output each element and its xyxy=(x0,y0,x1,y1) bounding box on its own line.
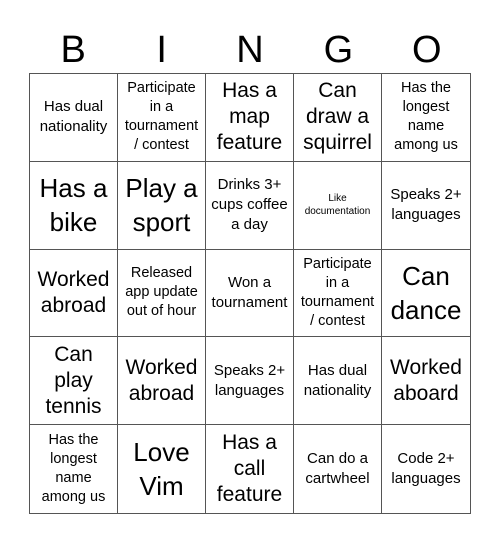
header-letter-n: N xyxy=(236,29,264,71)
bingo-cell-text: Play a sport xyxy=(125,173,198,238)
bingo-cell-text: Worked aboard xyxy=(390,355,462,405)
bingo-cell-text: Worked abroad xyxy=(37,267,110,317)
bingo-cell[interactable]: Speaks 2+ languages xyxy=(382,162,470,250)
header-letter-i: I xyxy=(156,29,167,71)
bingo-cell-text: Has dual nationality xyxy=(39,98,108,136)
bingo-cell[interactable]: Can draw a squirrel xyxy=(294,74,382,162)
bingo-cell[interactable]: Has dual nationality xyxy=(294,337,382,426)
header-letter-g: G xyxy=(323,29,354,71)
bingo-cell-text: Code 2+ languages xyxy=(391,450,461,488)
header-letter-o: O xyxy=(412,29,442,71)
header-letter-b: B xyxy=(60,29,86,71)
bingo-cell-text: Can do a cartwheel xyxy=(305,450,370,488)
bingo-cell-text: Like documentation xyxy=(304,193,371,218)
bingo-cell[interactable]: Has the longest name among us xyxy=(30,425,118,513)
bingo-cell-text: Love Vim xyxy=(133,437,190,502)
bingo-cell-text: Released app update out of hour xyxy=(125,265,198,320)
bingo-cell[interactable]: Can dance xyxy=(382,250,470,338)
bingo-cell-text: Won a tournament xyxy=(211,273,288,311)
bingo-cell-text: Has dual nationality xyxy=(303,361,372,399)
bingo-cell[interactable]: Play a sport xyxy=(118,161,206,250)
bingo-cell-text: Can play tennis xyxy=(45,342,102,418)
bingo-cell-text: Drinks 3+ cups coffee a day xyxy=(211,176,288,234)
bingo-cell[interactable]: Can play tennis xyxy=(30,337,118,426)
bingo-cell[interactable]: Like documentation xyxy=(294,161,382,250)
bingo-cell-text: Has a call feature xyxy=(216,431,283,507)
bingo-cell[interactable]: Participate in a tournament / contest xyxy=(294,249,382,338)
bingo-cell-text: Has the longest name among us xyxy=(394,80,458,154)
bingo-cell[interactable]: Worked abroad xyxy=(118,337,206,426)
bingo-cell[interactable]: Released app update out of hour xyxy=(118,249,206,338)
bingo-cell[interactable]: Has the longest name among us xyxy=(382,74,470,162)
bingo-cell[interactable]: Has a bike xyxy=(30,161,118,250)
bingo-cell-text: Has the longest name among us xyxy=(41,432,106,506)
bingo-cell[interactable]: Speaks 2+ languages xyxy=(206,337,294,426)
bingo-cell-text: Can draw a squirrel xyxy=(303,79,372,155)
bingo-cell[interactable]: Worked abroad xyxy=(30,249,118,338)
bingo-cell-text: Speaks 2+ languages xyxy=(213,361,286,399)
bingo-cell[interactable]: Has dual nationality xyxy=(30,74,118,162)
bingo-cell-text: Can dance xyxy=(390,260,462,325)
bingo-cell-text: Participate in a tournament / contest xyxy=(300,255,375,329)
bingo-cell-text: Participate in a tournament / contest xyxy=(124,80,199,154)
bingo-cell[interactable]: Code 2+ languages xyxy=(382,425,470,513)
bingo-cell[interactable]: Has a map feature xyxy=(206,74,294,162)
bingo-cell-text: Speaks 2+ languages xyxy=(390,186,462,224)
bingo-header: B I N G O xyxy=(29,28,471,72)
bingo-cell[interactable]: Love Vim xyxy=(118,425,206,513)
bingo-board: Has dual nationality Participate in a tou… xyxy=(29,73,471,514)
bingo-cell[interactable]: Participate in a tournament / contest xyxy=(118,74,206,162)
bingo-cell[interactable]: Has a call feature xyxy=(206,425,294,513)
bingo-cell-text: Has a map feature xyxy=(216,79,283,155)
bingo-cell[interactable]: Won a tournament xyxy=(206,249,294,338)
bingo-cell[interactable]: Can do a cartwheel xyxy=(294,425,382,513)
bingo-cell-text: Has a bike xyxy=(39,173,108,238)
bingo-cell[interactable]: Worked aboard xyxy=(382,337,470,426)
bingo-cell[interactable]: Drinks 3+ cups coffee a day xyxy=(206,161,294,250)
bingo-cell-text: Worked abroad xyxy=(125,355,198,405)
